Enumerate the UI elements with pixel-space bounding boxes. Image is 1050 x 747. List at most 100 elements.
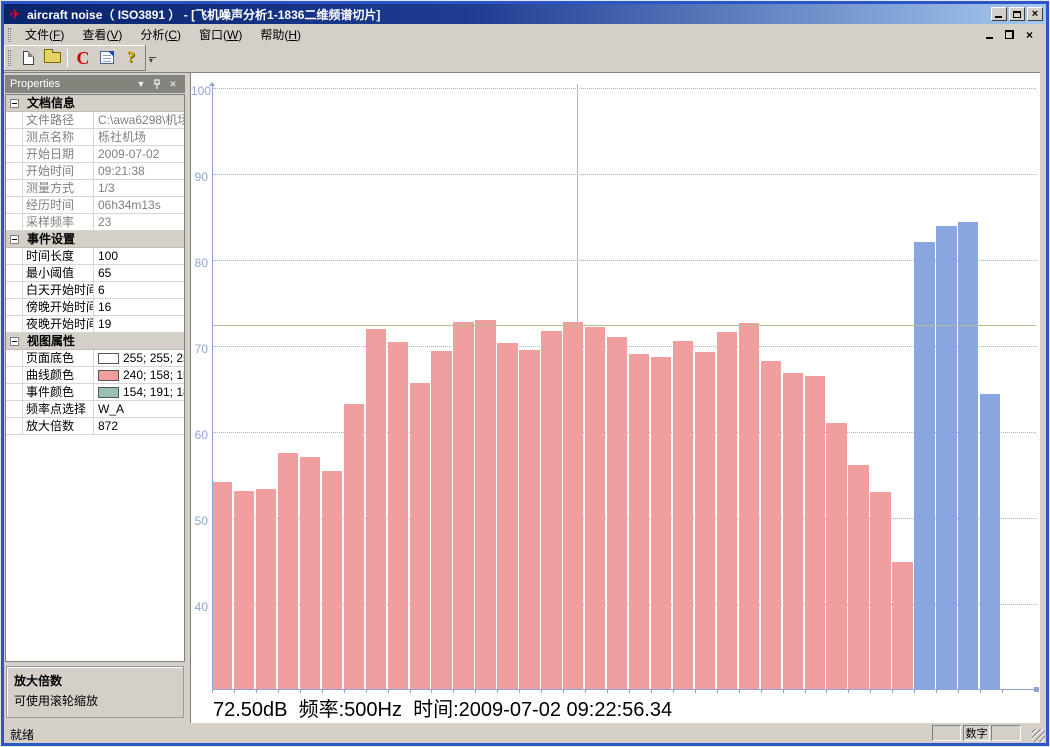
property-value[interactable]: 65 <box>94 265 184 281</box>
x-axis-tick <box>783 690 784 693</box>
x-axis-arrow <box>1034 687 1039 692</box>
x-axis-tick <box>388 690 389 693</box>
x-axis-tick <box>278 690 279 693</box>
menu-item-help[interactable]: 帮助(H) <box>251 23 310 46</box>
bar-16 <box>541 331 561 689</box>
child-close-button[interactable]: × <box>1021 28 1038 42</box>
menu-item-window[interactable]: 窗口(W) <box>190 23 251 46</box>
y-axis-tick-label: 40 <box>191 600 208 614</box>
x-axis-tick <box>322 690 323 693</box>
bar-7 <box>344 404 364 689</box>
property-row-event-color[interactable]: 事件颜色154; 191; 18 <box>6 384 184 401</box>
pin-button[interactable] <box>150 78 164 91</box>
x-axis-tick <box>541 690 542 693</box>
property-row-min-threshold[interactable]: 最小阈值65 <box>6 265 184 282</box>
property-value[interactable]: 154; 191; 18 <box>94 384 184 400</box>
help-icon: ? <box>127 49 135 67</box>
maximize-button[interactable] <box>1009 7 1025 21</box>
help-button[interactable]: ? <box>120 47 142 69</box>
menu-item-file[interactable]: 文件(F) <box>16 23 73 46</box>
section-header-view-properties[interactable]: 视图属性 <box>6 333 184 350</box>
property-row-freq-point[interactable]: 频率点选择W_A <box>6 401 184 418</box>
x-axis-tick <box>475 690 476 693</box>
property-value: 09:21:38 <box>94 163 184 179</box>
open-file-button[interactable] <box>41 47 63 69</box>
property-row-file-path[interactable]: 文件路径C:\awa6298\机场 <box>6 112 184 129</box>
bar-23 <box>695 352 715 689</box>
x-axis-tick <box>739 690 740 693</box>
property-value[interactable]: 6 <box>94 282 184 298</box>
bar-28 <box>805 376 825 689</box>
property-value[interactable]: 100 <box>94 248 184 264</box>
property-row-start-date[interactable]: 开始日期2009-07-02 <box>6 146 184 163</box>
maximize-icon <box>1013 11 1021 18</box>
bar-24 <box>717 332 737 690</box>
child-minimize-icon <box>986 37 993 39</box>
minimize-button[interactable] <box>991 7 1007 21</box>
convert-button[interactable]: C <box>72 47 94 69</box>
status-message: 就绪 <box>10 726 34 743</box>
property-row-evening-start[interactable]: 傍晚开始时间16 <box>6 299 184 316</box>
bar-35 <box>958 222 978 689</box>
property-value[interactable]: 19 <box>94 316 184 332</box>
property-value: C:\awa6298\机场 <box>94 112 184 128</box>
property-row-time-length[interactable]: 时间长度100 <box>6 248 184 265</box>
x-axis-tick <box>629 690 630 693</box>
x-axis-tick <box>695 690 696 693</box>
bar-31 <box>870 492 890 689</box>
property-row-day-start[interactable]: 白天开始时间6 <box>6 282 184 299</box>
menu-item-view[interactable]: 查看(V) <box>73 23 131 46</box>
property-value[interactable]: 16 <box>94 299 184 315</box>
property-value[interactable]: 255; 255; 25 <box>94 350 184 366</box>
property-row-curve-color[interactable]: 曲线颜色240; 158; 15 <box>6 367 184 384</box>
property-row-measure-mode[interactable]: 测量方式1/3 <box>6 180 184 197</box>
property-row-sample-freq[interactable]: 采样频率23 <box>6 214 184 231</box>
app-window: ✈ aircraft noise（ ISO3891 ） - [飞机噪声分析1-1… <box>0 0 1050 747</box>
property-row-site-name[interactable]: 测点名称栎社机场 <box>6 129 184 146</box>
toolbar-separator <box>67 49 68 67</box>
close-button[interactable]: × <box>1027 7 1043 21</box>
property-value[interactable]: 240; 158; 15 <box>94 367 184 383</box>
property-row-night-start[interactable]: 夜晚开始时间19 <box>6 316 184 333</box>
property-row-zoom-factor[interactable]: 放大倍数872 <box>6 418 184 435</box>
minimize-icon <box>995 16 1002 18</box>
child-restore-button[interactable] <box>1001 28 1018 42</box>
property-value: 06h34m13s <box>94 197 184 213</box>
property-row-start-time[interactable]: 开始时间09:21:38 <box>6 163 184 180</box>
x-axis-tick <box>453 690 454 693</box>
section-title: 视图属性 <box>23 333 75 349</box>
property-label: 夜晚开始时间 <box>23 316 94 332</box>
crosshair-horizontal <box>212 325 1036 326</box>
spectrum-chart[interactable]: 72.50dB 频率:500Hz 时间:2009-07-02 09:22:56.… <box>190 72 1040 723</box>
toolbar-grip[interactable] <box>8 50 11 66</box>
x-axis-tick <box>431 690 432 693</box>
property-label: 放大倍数 <box>23 418 94 434</box>
resize-grip[interactable] <box>1032 729 1045 742</box>
child-minimize-button[interactable] <box>981 28 998 42</box>
property-grid: 文档信息文件路径C:\awa6298\机场测点名称栎社机场开始日期2009-07… <box>5 94 185 662</box>
new-document-button[interactable] <box>17 47 39 69</box>
menu-grip[interactable] <box>8 28 11 42</box>
section-header-event-settings[interactable]: 事件设置 <box>6 231 184 248</box>
status-cell-数字: 数字 <box>963 725 990 741</box>
gridline <box>212 260 1036 261</box>
property-row-elapsed-time[interactable]: 经历时间06h34m13s <box>6 197 184 214</box>
properties-panel: Properties ▼ ✕ 文档信息文件路径C:\awa6298\机场测点名称… <box>4 72 186 723</box>
x-axis-tick <box>1002 690 1003 693</box>
property-value[interactable]: 872 <box>94 418 184 434</box>
bar-8 <box>366 329 386 689</box>
new-document-icon <box>23 51 34 65</box>
section-title: 事件设置 <box>23 231 75 247</box>
properties-panel-title: Properties <box>10 78 132 90</box>
menu-item-analysis[interactable]: 分析(C) <box>131 23 190 46</box>
property-value: 1/3 <box>94 180 184 196</box>
x-axis-tick <box>717 690 718 693</box>
panel-menu-button[interactable]: ▼ <box>134 78 148 91</box>
x-axis-tick <box>607 690 608 693</box>
toolbar-overflow-button[interactable]: ▾ <box>149 57 153 64</box>
properties-button[interactable] <box>96 47 118 69</box>
property-row-page-bg-color[interactable]: 页面底色255; 255; 25 <box>6 350 184 367</box>
property-value[interactable]: W_A <box>94 401 184 417</box>
panel-close-button[interactable]: ✕ <box>166 78 180 91</box>
section-header-document-info[interactable]: 文档信息 <box>6 95 184 112</box>
